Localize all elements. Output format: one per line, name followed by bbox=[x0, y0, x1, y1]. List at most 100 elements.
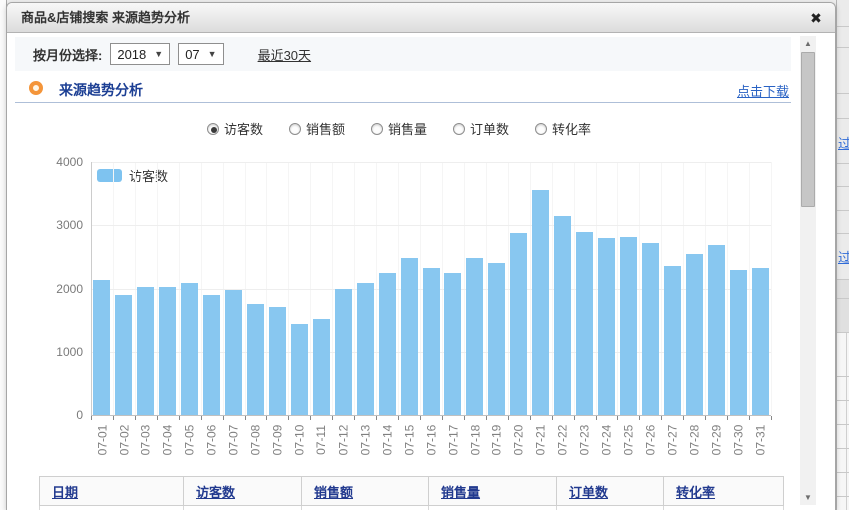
bar-07-22[interactable] bbox=[554, 216, 571, 415]
background-grid-vline bbox=[846, 332, 847, 510]
bar-07-13[interactable] bbox=[357, 283, 374, 415]
x-axis-tick-text: 07-15 bbox=[402, 425, 416, 456]
chevron-down-icon: ▼ bbox=[208, 49, 217, 59]
bar-07-25[interactable] bbox=[620, 237, 637, 415]
x-axis-tick-text: 07-14 bbox=[380, 425, 394, 456]
bar-07-23[interactable] bbox=[576, 232, 593, 415]
table-header-link[interactable]: 日期 bbox=[52, 485, 78, 500]
x-axis-tick bbox=[530, 416, 531, 420]
table-header-link[interactable]: 转化率 bbox=[676, 485, 715, 500]
table-cell bbox=[429, 506, 557, 510]
radio-unselected-icon[interactable] bbox=[535, 123, 547, 135]
close-icon[interactable]: ✖ bbox=[807, 9, 825, 27]
month-select[interactable]: 07 ▼ bbox=[178, 43, 223, 65]
section-header: 来源趋势分析 点击下载 bbox=[15, 77, 791, 103]
radio-selected-icon[interactable] bbox=[207, 123, 219, 135]
year-select[interactable]: 2018 ▼ bbox=[110, 43, 170, 65]
bar-07-04[interactable] bbox=[159, 287, 176, 415]
x-axis-tick bbox=[266, 416, 267, 420]
radio-unselected-icon[interactable] bbox=[453, 123, 465, 135]
bar-07-02[interactable] bbox=[115, 295, 132, 415]
scroll-down-icon[interactable]: ▼ bbox=[800, 490, 816, 505]
metric-radio-0[interactable]: 访客数 bbox=[207, 119, 263, 138]
bar-07-31[interactable] bbox=[752, 268, 769, 415]
dialog-titlebar[interactable]: 商品&店铺搜索 来源趋势分析 ✖ bbox=[7, 3, 835, 33]
table-header-link[interactable]: 销售量 bbox=[441, 485, 480, 500]
bar-07-18[interactable] bbox=[466, 258, 483, 415]
bar-07-29[interactable] bbox=[708, 245, 725, 415]
chart-split-line bbox=[596, 162, 597, 415]
x-axis-tick-text: 07-31 bbox=[753, 425, 767, 456]
x-axis-tick-text: 07-06 bbox=[205, 425, 219, 456]
bar-07-26[interactable] bbox=[642, 243, 659, 415]
year-select-value: 2018 bbox=[117, 47, 146, 62]
chart-split-line bbox=[552, 162, 553, 415]
bar-07-11[interactable] bbox=[313, 319, 330, 415]
vertical-scrollbar[interactable]: ▲ ▼ bbox=[800, 36, 816, 505]
metric-radio-1[interactable]: 销售额 bbox=[289, 119, 345, 138]
scroll-up-icon[interactable]: ▲ bbox=[800, 36, 816, 51]
x-axis-tick-label: 07-28 bbox=[674, 420, 714, 460]
bar-07-10[interactable] bbox=[291, 324, 308, 415]
x-axis-tick bbox=[245, 416, 246, 420]
download-link[interactable]: 点击下载 bbox=[737, 81, 789, 100]
x-axis-tick bbox=[332, 416, 333, 420]
bar-07-08[interactable] bbox=[247, 304, 264, 415]
metric-radio-label: 访客数 bbox=[224, 119, 263, 138]
bar-07-06[interactable] bbox=[203, 295, 220, 415]
bar-07-28[interactable] bbox=[686, 254, 703, 415]
background-grid-hline bbox=[837, 93, 849, 94]
metric-radio-4[interactable]: 转化率 bbox=[535, 119, 591, 138]
background-grid-hline bbox=[837, 210, 849, 211]
scrollbar-thumb[interactable] bbox=[801, 52, 815, 207]
bar-07-14[interactable] bbox=[379, 273, 396, 415]
x-axis-tick-label: 07-04 bbox=[148, 420, 188, 460]
x-axis-tick-label: 07-25 bbox=[608, 420, 648, 460]
bar-07-15[interactable] bbox=[401, 258, 418, 415]
metric-radio-2[interactable]: 销售量 bbox=[371, 119, 427, 138]
x-axis-tick-text: 07-07 bbox=[227, 425, 241, 456]
bar-07-24[interactable] bbox=[598, 238, 615, 415]
background-grid-hline bbox=[837, 472, 849, 473]
x-axis-tick bbox=[288, 416, 289, 420]
metric-radio-3[interactable]: 订单数 bbox=[453, 119, 509, 138]
table-header-link[interactable]: 销售额 bbox=[314, 485, 353, 500]
background-grid-hline bbox=[837, 424, 849, 425]
background-grid-hline bbox=[837, 298, 849, 299]
metric-radio-label: 转化率 bbox=[552, 119, 591, 138]
chart-legend[interactable]: 访客数 bbox=[97, 166, 168, 185]
x-axis-line bbox=[91, 415, 771, 416]
bar-07-19[interactable] bbox=[488, 263, 505, 415]
chart-split-line bbox=[442, 162, 443, 415]
bar-07-07[interactable] bbox=[225, 290, 242, 415]
bar-07-12[interactable] bbox=[335, 289, 352, 416]
chart-split-line bbox=[223, 162, 224, 415]
x-axis-tick-label: 07-24 bbox=[586, 420, 626, 460]
chart-split-line bbox=[376, 162, 377, 415]
y-axis-tick-label: 4000 bbox=[43, 155, 83, 169]
bar-07-17[interactable] bbox=[444, 273, 461, 415]
dialog-title: 商品&店铺搜索 来源趋势分析 bbox=[21, 3, 190, 33]
detail-table: 日期 访客数 销售额 销售量 订单数 转化率 bbox=[39, 476, 784, 510]
radio-unselected-icon[interactable] bbox=[371, 123, 383, 135]
radio-unselected-icon[interactable] bbox=[289, 123, 301, 135]
bar-07-20[interactable] bbox=[510, 233, 527, 415]
bar-07-21[interactable] bbox=[532, 190, 549, 415]
bar-07-05[interactable] bbox=[181, 283, 198, 415]
x-axis-tick-text: 07-16 bbox=[424, 425, 438, 456]
bar-07-09[interactable] bbox=[269, 307, 286, 415]
bar-07-03[interactable] bbox=[137, 287, 154, 415]
bar-07-30[interactable] bbox=[730, 270, 747, 415]
chart-split-line bbox=[266, 162, 267, 415]
recent-30-days-link[interactable]: 最近30天 bbox=[258, 45, 311, 64]
chart-split-line bbox=[201, 162, 202, 415]
bar-07-01[interactable] bbox=[93, 280, 110, 415]
table-header-link[interactable]: 访客数 bbox=[196, 485, 235, 500]
x-axis-tick-label: 07-11 bbox=[301, 420, 341, 460]
bar-07-27[interactable] bbox=[664, 266, 681, 415]
table-header-link[interactable]: 订单数 bbox=[569, 485, 608, 500]
background-link-fragment: 过 bbox=[838, 247, 849, 266]
x-axis-tick-text: 07-04 bbox=[161, 425, 175, 456]
x-axis-tick bbox=[376, 416, 377, 420]
bar-07-16[interactable] bbox=[423, 268, 440, 415]
